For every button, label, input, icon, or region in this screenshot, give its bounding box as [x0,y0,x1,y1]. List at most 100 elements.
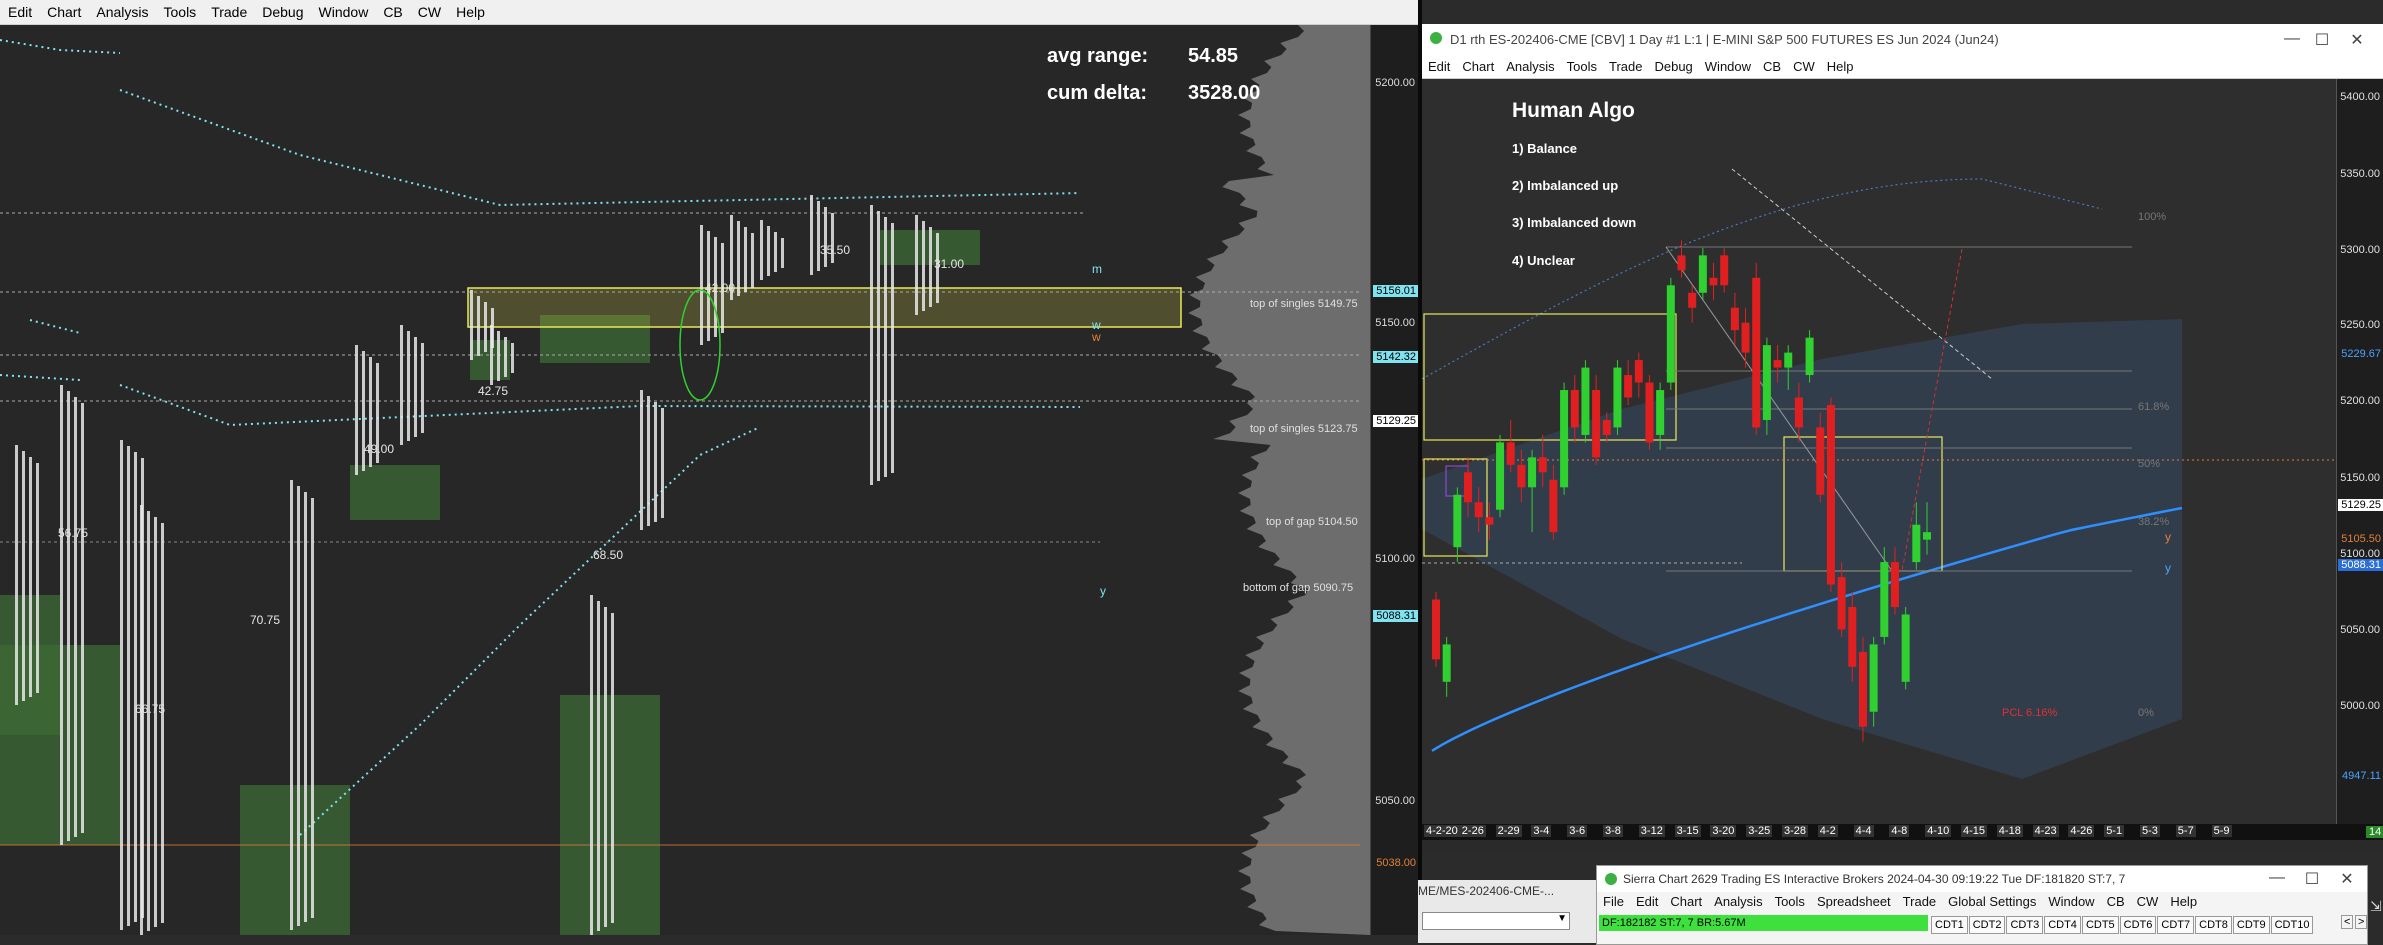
candle-body [1656,390,1665,435]
daily-chart-titlebar[interactable]: D1 rth ES-202406-CME [CBV] 1 Day #1 L:1 … [1422,24,2383,56]
tab-cdt9[interactable]: CDT9 [2232,916,2270,934]
sc-menu-trade[interactable]: Trade [1897,892,1942,912]
sierra-titlebar[interactable]: Sierra Chart 2629 Trading ES Interactive… [1597,866,2367,892]
candle-body [1816,427,1825,495]
fib-label: 38.2% [2138,516,2170,528]
footprint-column [414,337,417,437]
rw-menu-trade[interactable]: Trade [1603,56,1648,78]
maximize-icon[interactable]: ☐ [2302,869,2322,889]
price-tick: 5050.00 [2340,624,2380,636]
price-box-orange: 5038.00 [1376,857,1416,869]
candle-body [1485,517,1494,525]
footprint-column [355,345,358,475]
candle-body [1538,457,1547,473]
tab-cdt7[interactable]: CDT7 [2157,916,2195,934]
chart-tabs: CDT1 CDT2 CDT3 CDT4 CDT5 CDT6 CDT7 CDT8 CDT9 CDT1… [1931,915,2314,934]
candle-body [1517,464,1526,488]
footprint-chart[interactable]: avg range: 54.85 cum delta: 3528.00 top … [0,25,1370,935]
tab-cdt5[interactable]: CDT5 [2081,916,2119,934]
range-label: 42.75 [478,384,509,398]
left-menu-tools[interactable]: Tools [156,0,204,24]
rw-menu-analysis[interactable]: Analysis [1500,56,1560,78]
sierra-menubar: File Edit Chart Analysis Tools Spreadsheet Tra… [1597,892,2367,912]
sc-menu-help[interactable]: Help [2164,892,2203,912]
window-title: D1 rth ES-202406-CME [CBV] 1 Day #1 L:1 … [1450,32,1999,47]
close-icon[interactable]: ✕ [2337,869,2357,889]
sc-menu-cw[interactable]: CW [2131,892,2165,912]
minimize-icon[interactable]: — [2282,30,2302,48]
footprint-column [81,403,84,833]
date-tick: 2-26 [1459,825,1486,837]
rw-menu-window[interactable]: Window [1699,56,1757,78]
daily-candlestick-chart[interactable]: Human Algo 1) Balance 2) Imbalanced up 3… [1422,79,2336,824]
tab-scroll-right[interactable]: > [2355,915,2368,929]
date-tick: 5-1 [2104,825,2125,837]
sc-menu-global-settings[interactable]: Global Settings [1942,892,2042,912]
left-menu-edit[interactable]: Edit [0,0,39,24]
price-tick: 5300.00 [2340,244,2380,256]
footprint-column [504,337,507,377]
tab-cdt2[interactable]: CDT2 [1968,916,2006,934]
left-menu-window[interactable]: Window [311,0,376,24]
rw-menu-cb[interactable]: CB [1757,56,1787,78]
sc-menu-chart[interactable]: Chart [1664,892,1708,912]
candle-body [1730,307,1739,331]
rw-menu-chart[interactable]: Chart [1456,56,1500,78]
price-box-w: 5142.32 [1373,351,1419,363]
tab-cdt6[interactable]: CDT6 [2119,916,2157,934]
vwap-upper-band [119,89,1081,207]
rw-menu-cw[interactable]: CW [1787,56,1821,78]
left-menu-analysis[interactable]: Analysis [88,0,155,24]
tab-cdt8[interactable]: CDT8 [2195,916,2232,934]
close-icon[interactable]: ✕ [2347,30,2367,50]
date-tick: 4-2-20 [1424,825,1460,837]
footprint-column [744,227,747,292]
price-tick: 5350.00 [2340,168,2380,180]
sierra-main-window: Sierra Chart 2629 Trading ES Interactive… [1596,865,2368,945]
left-menu-debug[interactable]: Debug [254,0,310,24]
sc-menu-window[interactable]: Window [2042,892,2100,912]
rw-menu-debug[interactable]: Debug [1648,56,1698,78]
price-tick: 5200.00 [1375,77,1415,89]
left-menu-chart[interactable]: Chart [39,0,88,24]
expand-icon[interactable]: ⇲ [2370,898,2382,915]
value-area-zone [240,785,350,935]
partial-window-title: ME/MES-202406-CME-... [1418,884,1555,898]
sc-menu-edit[interactable]: Edit [1630,892,1664,912]
sc-menu-cb[interactable]: CB [2101,892,2131,912]
tab-cdt10[interactable]: CDT10 [2270,916,2314,934]
sc-menu-file[interactable]: File [1597,892,1630,912]
sc-menu-tools[interactable]: Tools [1769,892,1811,912]
date-tick: 5-3 [2140,825,2160,837]
tab-cdt4[interactable]: CDT4 [2044,916,2081,934]
footprint-column [767,226,770,276]
level-label: top of gap 5104.50 [1266,516,1358,528]
maximize-icon[interactable]: ☐ [2312,30,2332,50]
left-menu-trade[interactable]: Trade [203,0,254,24]
left-menu-help[interactable]: Help [448,0,492,24]
rw-menu-help[interactable]: Help [1821,56,1860,78]
algo-item: 4) Unclear [1512,253,1575,268]
rw-menu-edit[interactable]: Edit [1422,56,1456,78]
price-box: 4947.11 [2342,770,2381,782]
candle-body [1624,375,1633,398]
partial-window[interactable]: ME/MES-202406-CME-... ▼ [1418,880,1596,943]
minimize-icon[interactable]: — [2267,869,2287,887]
footprint-column [654,402,657,522]
tab-cdt1[interactable]: CDT1 [1931,916,1968,934]
left-menu-cw[interactable]: CW [410,0,448,24]
left-menu-cb[interactable]: CB [375,0,409,24]
footprint-column [477,296,480,356]
left-price-scale[interactable]: 5200.00 5150.00 5100.00 5050.00 5156.01 … [1370,25,1419,935]
rw-menu-tools[interactable]: Tools [1561,56,1603,78]
sc-menu-analysis[interactable]: Analysis [1708,892,1768,912]
candle-body [1858,651,1867,727]
avg-range-label: avg range: [1047,45,1149,67]
daily-price-scale[interactable]: 5400.00 5350.00 5300.00 5250.00 5200.00 … [2336,79,2383,824]
tab-scroll-left[interactable]: < [2341,915,2354,929]
symbol-dropdown[interactable]: ▼ [1422,912,1570,930]
candle-body [1709,277,1718,286]
sc-menu-spreadsheet[interactable]: Spreadsheet [1811,892,1897,912]
tab-cdt3[interactable]: CDT3 [2006,916,2044,934]
footprint-column [161,523,164,923]
